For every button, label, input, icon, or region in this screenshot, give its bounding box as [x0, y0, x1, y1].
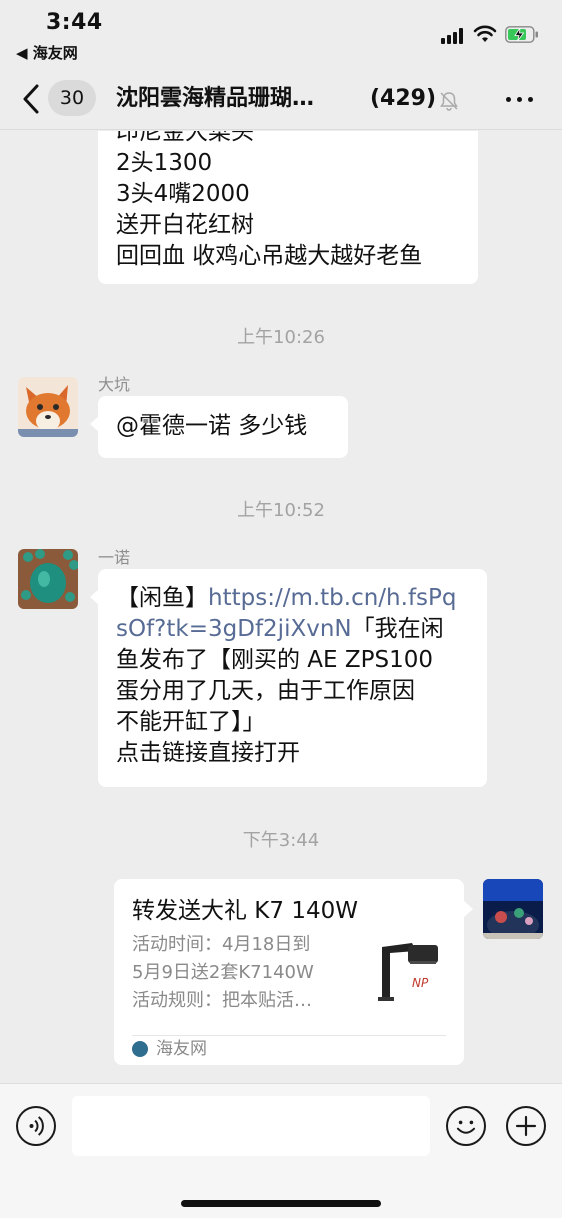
message-line: 【闲鱼】https://m.tb.cn/h.fsPq	[116, 583, 469, 614]
message-line: 送开白花红树	[116, 212, 254, 238]
message-line: 印尼金大菜头	[116, 131, 254, 145]
message-text: 「我在闲	[351, 616, 444, 642]
xianyu-link[interactable]: sOf?tk=3gDf2jiXvnN	[116, 616, 352, 642]
message-timestamp: 上午10:52	[237, 500, 325, 521]
group-title[interactable]: 沈阳雲海精品珊瑚…	[116, 82, 314, 116]
card-desc-line: 活动时间：4月18日到	[132, 934, 311, 955]
card-thumbnail: NP	[372, 937, 450, 1015]
message-line: 鱼发布了【刚买的 AE ZPS100	[116, 647, 434, 673]
card-title: 转发送大礼 K7 140W	[132, 898, 358, 924]
cellular-signal-icon	[441, 28, 467, 44]
message-line: 不能开缸了】」	[116, 709, 266, 735]
card-source: 海友网	[156, 1039, 207, 1059]
message-bubble[interactable]: 印尼金大菜头 2头1300 3头4嘴2000 送开白花红树 回回血 收鸡心吊越大…	[98, 131, 478, 284]
input-toolbar	[0, 1083, 562, 1218]
message-line: sOf?tk=3gDf2jiXvnN「我在闲	[116, 614, 469, 645]
message-line: 回回血 收鸡心吊越大越好老鱼	[116, 243, 423, 269]
chat-header: 30 沈阳雲海精品珊瑚… (429)	[0, 68, 562, 130]
message-bubble[interactable]: 【闲鱼】https://m.tb.cn/h.fsPq sOf?tk=3gDf2j…	[90, 569, 487, 787]
back-chevron-icon[interactable]	[18, 82, 44, 116]
status-bar: 3:44 ◀ 海友网	[0, 0, 562, 68]
emoji-icon[interactable]	[446, 1106, 486, 1146]
status-time: 3:44	[46, 10, 103, 35]
home-indicator	[181, 1200, 381, 1207]
card-desc-line: 活动规则：把本贴活…	[132, 990, 312, 1011]
message-timestamp: 下午3:44	[242, 830, 320, 851]
voice-icon[interactable]	[16, 1106, 56, 1146]
shared-link-card[interactable]: 转发送大礼 K7 140W 活动时间：4月18日到 5月9日送2套K7140W …	[114, 879, 473, 1065]
unread-count-badge[interactable]: 30	[48, 80, 96, 116]
battery-charging-icon	[505, 26, 538, 43]
sender-name: 一诺	[98, 548, 131, 567]
wifi-icon	[473, 25, 497, 42]
message-line: 点击链接直接打开	[116, 740, 300, 766]
message-timestamp: 上午10:26	[237, 327, 325, 348]
message-text: 【闲鱼】	[116, 585, 208, 611]
message-line: 蛋分用了几天，由于工作原因	[116, 678, 415, 704]
xianyu-link[interactable]: https://m.tb.cn/h.fsPq	[208, 585, 457, 611]
message-line: @霍德一诺 多少钱	[116, 413, 308, 439]
message-line: 3头4嘴2000	[116, 181, 250, 207]
card-description: 活动时间：4月18日到 5月9日送2套K7140W 活动规则：把本贴活…	[132, 931, 352, 1015]
fox-avatar-icon	[18, 377, 78, 437]
source-app-icon	[132, 1041, 148, 1057]
svg-text:NP: NP	[412, 976, 429, 990]
back-to-app-link[interactable]: ◀ 海友网	[16, 42, 78, 63]
mute-bell-icon	[440, 92, 458, 111]
message-bubble[interactable]: @霍德一诺 多少钱	[90, 396, 348, 458]
avatar[interactable]	[18, 377, 78, 437]
my-avatar[interactable]	[483, 879, 543, 939]
plus-icon[interactable]	[506, 1106, 546, 1146]
card-desc-line: 5月9日送2套K7140W	[132, 962, 314, 983]
message-line: 2头1300	[116, 150, 213, 176]
avatar[interactable]	[18, 549, 78, 609]
message-input[interactable]	[72, 1096, 430, 1156]
sender-name: 大坑	[98, 375, 131, 394]
message-list[interactable]: 印尼金大菜头 2头1300 3头4嘴2000 送开白花红树 回回血 收鸡心吊越大…	[0, 131, 562, 1083]
jade-avatar-icon	[18, 549, 78, 609]
aquarium-avatar-icon	[483, 879, 543, 939]
member-count: (429)	[370, 86, 437, 111]
more-dots-icon[interactable]	[500, 86, 540, 112]
